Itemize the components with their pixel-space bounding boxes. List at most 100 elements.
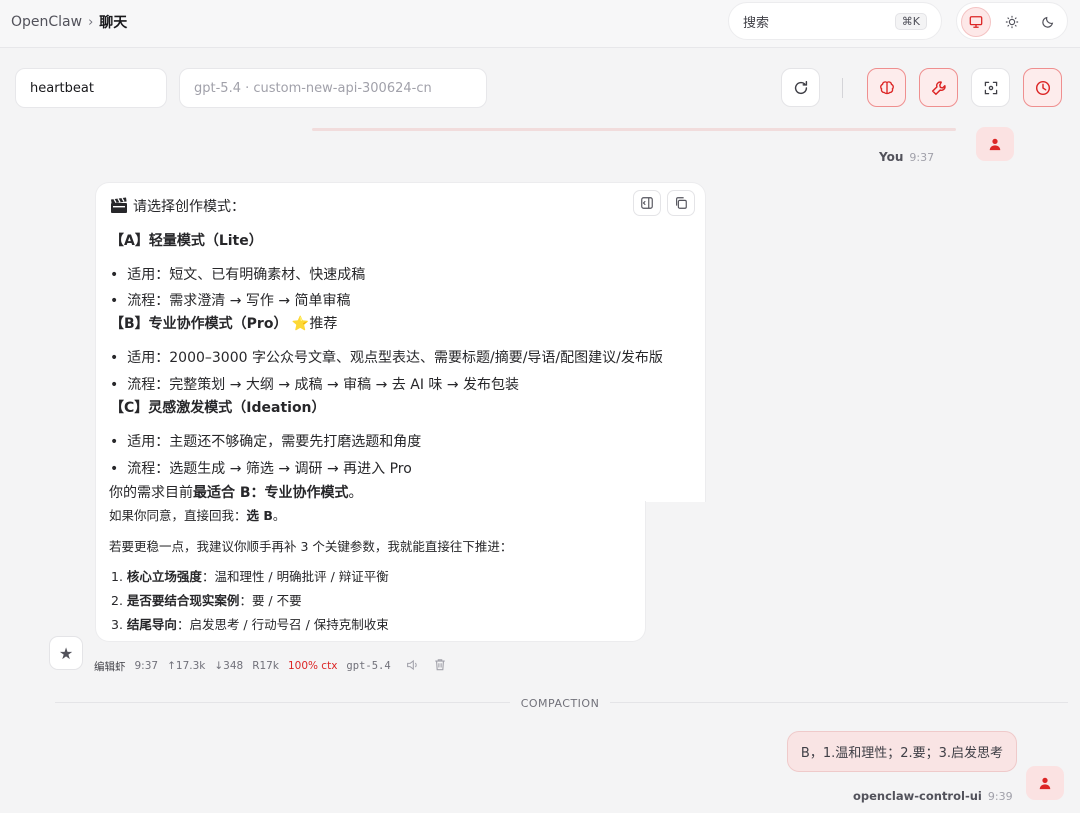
list-item: 流程：需求澄清 → 写作 → 简单审稿 <box>110 290 351 310</box>
mode-a-title: 【A】轻量模式（Lite） <box>110 233 263 249</box>
message-time: 9:37 <box>909 151 935 164</box>
assistant-name: 编辑虾 <box>94 660 126 673</box>
mode-b-title: 【B】专业协作模式（Pro） <box>110 316 288 332</box>
theme-switcher <box>956 2 1068 40</box>
agree-prefix: 如果你同意，直接回我： <box>109 508 247 523</box>
message-sender: openclaw-control-ui <box>853 789 982 803</box>
user-message-meta: openclaw-control-ui 9:39 <box>853 789 1013 803</box>
assistant-time: 9:37 <box>134 660 159 672</box>
copy-icon <box>676 197 687 209</box>
agree-suffix: 。 <box>272 508 286 523</box>
clock-icon <box>1035 80 1050 95</box>
history-button[interactable] <box>1023 68 1062 107</box>
list-item: 流程：选题生成 → 筛选 → 调研 → 再进入 Pro <box>110 458 412 478</box>
mode-b-flow: 流程：完整策划 → 大纲 → 成稿 → 审稿 → 去 AI 味 → 发布包装 <box>127 377 520 393</box>
param-number: 3. <box>111 617 123 632</box>
agree-line: 如果你同意，直接回我：选 B。 <box>109 505 285 524</box>
assistant-avatar: ★ <box>49 636 83 670</box>
assistant-model: gpt-5.4 <box>346 660 391 672</box>
best-fit-line: 你的需求目前最适合 B：专业协作模式。 <box>109 482 363 502</box>
mode-a-flow: 流程：需求澄清 → 写作 → 简单审稿 <box>127 293 351 309</box>
param-value: ：启发思考 / 行动号召 / 保持克制收束 <box>176 617 389 632</box>
search-box[interactable]: 搜索 ⌘K <box>728 2 942 40</box>
assistant-message-meta: 编辑虾 9:37 ↑17.3k ↓348 R17k 100% ctx gpt-5… <box>94 658 446 674</box>
top-bar: OpenClaw › 聊天 搜索 ⌘K <box>0 0 1080 48</box>
assistant-message: 请选择创作模式： 【A】轻量模式（Lite） 适用：短文、已有明确素材、快速成稿… <box>95 182 706 642</box>
session-selector[interactable]: heartbeat <box>15 68 167 108</box>
clapperboard-icon <box>110 197 128 218</box>
param-item-1: 1. 核心立场强度：温和理性 / 明确批评 / 辩证平衡 <box>111 566 389 585</box>
wrench-icon <box>931 80 946 95</box>
context-usage: 100% ctx <box>287 660 338 672</box>
param-value: ：温和理性 / 明确批评 / 辩证平衡 <box>201 569 389 584</box>
user-avatar <box>1026 766 1064 800</box>
brain-button[interactable] <box>867 68 906 107</box>
mode-c-use: 适用：主题还不够确定，需要先打磨选题和角度 <box>127 434 422 450</box>
focus-button[interactable] <box>971 68 1010 107</box>
param-label: 是否要结合现实案例 <box>126 593 240 608</box>
sidebar-icon <box>641 197 653 209</box>
breadcrumb-current: 聊天 <box>99 15 128 31</box>
previous-message-edge <box>312 128 956 131</box>
focus-icon <box>984 81 997 94</box>
refresh-button[interactable] <box>781 68 820 107</box>
param-item-2: 2. 是否要结合现实案例：要 / 不要 <box>111 590 302 609</box>
list-item: 适用：2000–3000 字公众号文章、观点型表达、需要标题/摘要/导语/配图建… <box>110 347 663 367</box>
model-selector[interactable]: gpt-5.4 · custom-new-api-300624-cn <box>179 68 487 108</box>
toolbar-divider <box>842 78 843 98</box>
param-number: 2. <box>111 593 123 608</box>
compaction-divider: COMPACTION <box>512 693 608 713</box>
previous-message-meta: You 9:37 <box>879 150 934 164</box>
message-actions <box>633 190 695 216</box>
best-prefix: 你的需求目前 <box>109 485 193 501</box>
list-item: 适用：主题还不够确定，需要先打磨选题和角度 <box>110 431 421 451</box>
best-bold: 最适合 B：专业协作模式 <box>193 485 349 501</box>
param-label: 结尾导向 <box>126 617 177 632</box>
list-item: 适用：短文、已有明确素材、快速成稿 <box>110 264 365 284</box>
param-value: ：要 / 不要 <box>239 593 302 608</box>
message-time: 9:39 <box>987 790 1013 803</box>
agree-bold: 选 B <box>246 508 273 523</box>
divider-line-left <box>55 702 510 703</box>
list-item: 流程：完整策划 → 大纲 → 成稿 → 审稿 → 去 AI 味 → 发布包装 <box>110 374 519 394</box>
param-item-3: 3. 结尾导向：启发思考 / 行动号召 / 保持克制收束 <box>111 614 389 633</box>
params-intro: 若要更稳一点，我建议你顺手再补 3 个关键参数，我就能直接往下推进： <box>109 539 513 554</box>
tokens-out: ↓348 <box>214 660 244 672</box>
param-label: 核心立场强度 <box>126 569 202 584</box>
mode-c-flow: 流程：选题生成 → 筛选 → 调研 → 再进入 Pro <box>127 461 412 477</box>
moon-icon[interactable] <box>1033 7 1063 37</box>
user-message: B，1.温和理性；2.要；3.启发思考 <box>787 731 1017 772</box>
intro-text: 请选择创作模式： <box>133 199 245 215</box>
user-icon <box>1039 777 1051 790</box>
sun-icon[interactable] <box>997 7 1027 37</box>
star-emoji: ⭐ <box>291 316 310 332</box>
trash-icon[interactable] <box>434 658 446 674</box>
intro-line: 请选择创作模式： <box>110 196 245 218</box>
breadcrumb: OpenClaw › 聊天 <box>11 12 127 32</box>
speaker-icon[interactable] <box>406 659 419 674</box>
tokens-in: ↑17.3k <box>167 660 206 672</box>
mode-a-use: 适用：短文、已有明确素材、快速成稿 <box>127 267 366 283</box>
split-view-button[interactable] <box>633 190 661 216</box>
breadcrumb-root[interactable]: OpenClaw <box>11 14 82 30</box>
copy-button[interactable] <box>667 190 695 216</box>
user-icon <box>989 138 1001 151</box>
divider-line-right <box>610 702 1068 703</box>
breadcrumb-separator: › <box>88 14 94 30</box>
user-avatar <box>976 127 1014 161</box>
monitor-icon[interactable] <box>961 7 991 37</box>
tools-button[interactable] <box>919 68 958 107</box>
cache-read: R17k <box>252 660 279 672</box>
search-shortcut: ⌘K <box>894 12 927 30</box>
star-icon: ★ <box>58 643 74 663</box>
mode-b-use: 适用：2000–3000 字公众号文章、观点型表达、需要标题/摘要/导语/配图建… <box>127 350 663 366</box>
mode-b-recommend: 推荐 <box>309 316 338 332</box>
mode-c-title: 【C】灵感激发模式（Ideation） <box>110 400 326 416</box>
brain-icon <box>879 80 894 94</box>
param-number: 1. <box>111 569 123 584</box>
mode-b-heading: 【B】专业协作模式（Pro） ⭐推荐 <box>110 313 337 333</box>
message-sender: You <box>879 150 904 164</box>
search-input[interactable]: 搜索 <box>743 12 895 31</box>
best-suffix: 。 <box>348 485 363 501</box>
refresh-icon <box>794 80 807 94</box>
